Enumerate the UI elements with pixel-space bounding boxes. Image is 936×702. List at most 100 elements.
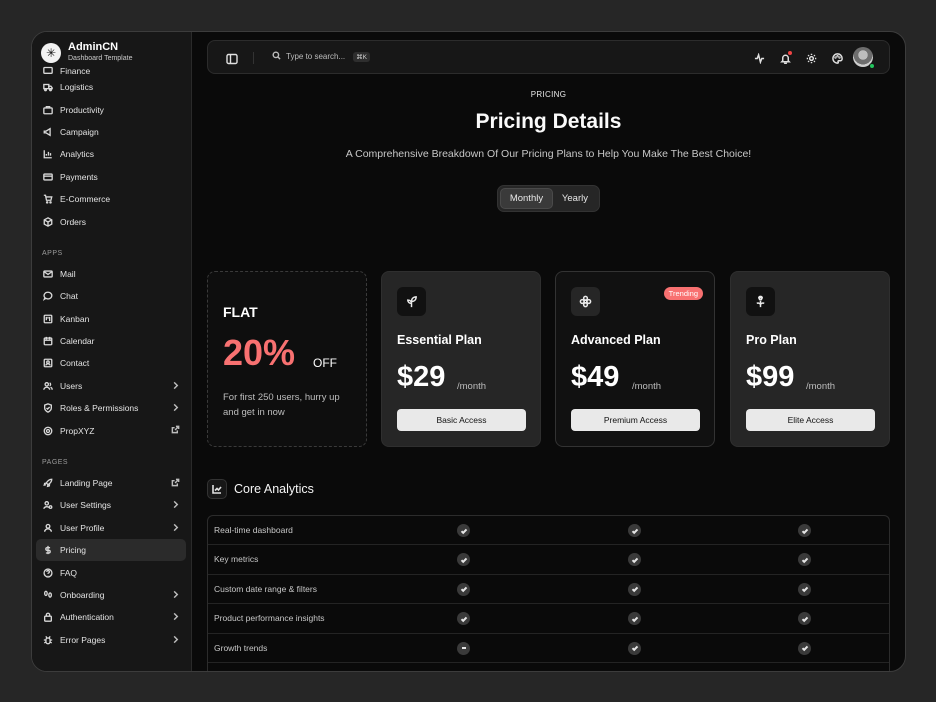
promo-suffix: OFF [313,356,337,370]
contact-icon [42,357,54,369]
check-icon [457,524,470,537]
palette-icon[interactable] [831,52,843,64]
elite-access-button[interactable]: Elite Access [746,409,875,431]
sidebar-item-label: Calendar [60,336,95,347]
check-icon [798,553,811,567]
sidebar-toggle-icon[interactable] [226,52,238,65]
check-icon [628,582,641,596]
sidebar-item-faq[interactable]: FAQ [36,561,186,583]
check-icon [457,582,470,596]
mail-icon [42,268,54,280]
sidebar-item-finance[interactable]: Finance [36,66,186,76]
truck-icon [42,81,54,93]
sidebar-item-onboarding[interactable]: Onboarding [36,584,186,606]
check-icon [628,612,641,626]
toggle-monthly[interactable]: Monthly [500,188,553,209]
sidebar-item-logistics[interactable]: Logistics [36,76,186,98]
check-icon [798,641,811,655]
shield-icon [42,402,54,414]
chevron-right-icon [171,612,180,623]
sidebar-item-authentication[interactable]: Authentication [36,606,186,628]
wallet-icon [42,66,54,76]
plan-card-pro: Pro Plan $99 /month Elite Access [730,271,890,447]
section-label-apps: APPS [42,249,63,257]
brand-subtitle: Dashboard Template [68,55,133,62]
calendar-icon [42,335,54,347]
sidebar-item-pricing[interactable]: Pricing [36,539,186,562]
box-icon [42,216,54,228]
feature-name: Custom date range & filters [214,583,317,594]
sidebar-item-kanban[interactable]: Kanban [36,308,186,330]
sidebar-item-label: User Profile [60,522,105,533]
topbar: Type to search... ⌘K [207,40,890,74]
plan-period: /month [457,381,487,392]
plan-period: /month [632,381,662,392]
sidebar-item-label: User Settings [60,500,112,511]
promo-label: FLAT [223,304,258,320]
sidebar-item-label: Logistics [60,82,94,93]
dollar-icon [42,544,54,556]
sidebar-item-label: Pricing [60,545,86,556]
sidebar-item-calendar[interactable]: Calendar [36,330,186,352]
features-table: Real-time dashboard Key metrics Custom dat… [207,515,890,671]
topbar-divider [253,52,254,64]
bell-icon[interactable] [779,51,792,64]
sidebar-item-label: E-Commerce [60,194,111,205]
sidebar-item-label: Campaign [60,126,99,137]
search-shortcut: ⌘K [353,51,370,62]
sidebar-item-label: Roles & Permissions [60,403,139,414]
premium-access-button[interactable]: Premium Access [571,409,700,431]
check-icon [798,612,811,626]
sidebar: ✳ AdminCN Dashboard Template Finance Log… [32,32,192,671]
sidebar-item-campaign[interactable]: Campaign [36,121,186,143]
minus-icon [457,641,470,655]
sun-icon[interactable] [805,52,817,64]
sidebar-item-chat[interactable]: Chat [36,285,186,307]
brand[interactable]: ✳ AdminCN Dashboard Template [41,41,132,64]
sidebar-item-productivity[interactable]: Productivity [36,98,186,120]
lock-icon [42,611,54,623]
sidebar-item-label: Finance [60,66,91,76]
sidebar-item-label: Kanban [60,313,90,324]
search-input[interactable]: Type to search... ⌘K [272,51,370,62]
megaphone-icon [42,126,54,138]
kanban-icon [42,313,54,325]
sidebar-item-label: Orders [60,216,86,227]
sidebar-item-contact[interactable]: Contact [36,352,186,374]
feature-name: Growth trends [214,642,268,653]
check-icon [628,553,641,567]
sidebar-item-payments[interactable]: Payments [36,166,186,188]
chevron-right-icon [171,403,180,414]
bug-icon [42,634,54,646]
search-icon [272,51,281,62]
sidebar-item-landing-page[interactable]: Landing Page [36,472,186,494]
external-link-icon [171,425,180,436]
sidebar-item-label: Landing Page [60,478,113,489]
sidebar-item-user-profile[interactable]: User Profile [36,517,186,539]
basic-access-button[interactable]: Basic Access [397,409,526,431]
notification-dot [788,51,792,55]
sidebar-item-analytics[interactable]: Analytics [36,143,186,165]
sidebar-item-roles-permissions[interactable]: Roles & Permissions [36,397,186,419]
sidebar-item-ecommerce[interactable]: E-Commerce [36,188,186,210]
plan-price: $49 [571,361,620,393]
sidebar-item-users[interactable]: Users [36,375,186,397]
sidebar-item-error-pages[interactable]: Error Pages [36,629,186,651]
plan-name: Advanced Plan [571,333,661,347]
toggle-yearly[interactable]: Yearly [553,188,597,209]
sidebar-item-mail[interactable]: Mail [36,263,186,285]
promo-card: FLAT 20% OFF For first 250 users, hurry … [207,271,367,447]
sidebar-item-label: PropXYZ [60,425,95,436]
sidebar-item-user-settings[interactable]: User Settings [36,494,186,516]
sidebar-item-propxyz[interactable]: PropXYZ [36,419,186,441]
check-icon [628,524,641,537]
activity-icon[interactable] [753,52,765,64]
sidebar-item-orders[interactable]: Orders [36,210,186,232]
chat-icon [42,290,54,302]
sidebar-item-label: Analytics [60,149,95,160]
chevron-right-icon [171,635,180,646]
trending-badge: Trending [663,287,703,300]
sidebar-item-label: Error Pages [60,634,106,645]
chevron-right-icon [171,590,180,601]
features-section-title: Core Analytics [234,482,314,496]
